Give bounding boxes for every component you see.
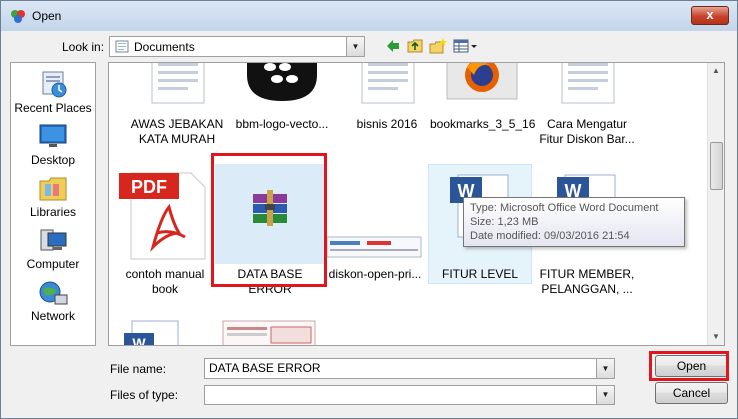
file-type-select[interactable]: ▼ [204, 385, 615, 405]
open-dialog: Open x Look in: Documents ▼ Recent Place… [0, 0, 738, 419]
recent-places-icon [42, 71, 67, 98]
svg-text:PDF: PDF [131, 177, 167, 197]
look-in-value: Documents [134, 40, 195, 54]
file-name-label: File name: [110, 362, 167, 376]
chevron-down-icon[interactable]: ▼ [596, 359, 614, 378]
document-icon [361, 63, 415, 104]
scroll-down-icon[interactable]: ▼ [708, 329, 724, 345]
desktop-icon [39, 124, 67, 147]
document-icon [561, 63, 615, 104]
file-name: FITUR LEVEL [441, 267, 519, 281]
place-recent-places[interactable]: Recent Places [11, 69, 95, 115]
word-document-icon: W [124, 320, 179, 346]
tooltip-modified: Date modified: 09/03/2016 21:54 [470, 230, 630, 242]
place-computer[interactable]: Computer [11, 227, 95, 271]
file-name-field[interactable]: DATA BASE ERROR ▼ [204, 358, 615, 379]
window-title: Open [32, 9, 62, 23]
scrollbar-thumb[interactable] [710, 142, 723, 190]
file-name-value: DATA BASE ERROR [209, 361, 321, 375]
file-name: AWAS JEBAKAN KATA MURAH [130, 117, 224, 146]
tooltip-type: Type: Microsoft Office Word Document [470, 202, 659, 214]
place-label: Network [30, 309, 75, 323]
libraries-icon [39, 177, 67, 201]
file-name: contoh manual book [125, 267, 205, 296]
file-name: bbm-logo-vecto... [235, 117, 329, 131]
scroll-up-icon[interactable]: ▲ [708, 63, 724, 79]
document-icon [151, 63, 205, 104]
close-button[interactable]: x [691, 6, 729, 25]
file-name: bookmarks_3_5_16 [430, 117, 536, 131]
place-label: Desktop [30, 153, 76, 167]
place-libraries[interactable]: Libraries [11, 175, 95, 219]
up-folder-icon[interactable] [407, 37, 423, 55]
file-name: diskon-open-pri... [328, 267, 422, 281]
file-name: FITUR MEMBER, PELANGGAN, ... [539, 267, 635, 296]
file-tooltip: Type: Microsoft Office Word Document Siz… [463, 197, 685, 247]
new-folder-icon[interactable] [429, 37, 447, 55]
back-arrow-icon[interactable] [385, 37, 401, 55]
place-desktop[interactable]: Desktop [11, 123, 95, 167]
cancel-button[interactable]: Cancel [655, 382, 728, 404]
look-in-dropdown[interactable]: Documents ▼ [109, 36, 365, 57]
title-bar: Open x [1, 1, 737, 31]
look-in-label: Look in: [62, 40, 105, 54]
image-thumbnail-icon [327, 236, 422, 258]
bbm-logo-icon [247, 63, 317, 101]
network-icon [39, 281, 68, 305]
selection-highlight-box [211, 153, 327, 287]
place-label: Recent Places [14, 101, 92, 115]
file-name: Cara Mengatur Fitur Diskon Bar... [539, 117, 635, 146]
open-highlight-box [649, 351, 729, 381]
vertical-scrollbar[interactable]: ▲ ▼ [707, 63, 724, 345]
svg-text:W: W [132, 335, 146, 346]
place-network[interactable]: Network [11, 279, 95, 323]
close-icon: x [706, 7, 714, 22]
tooltip-size: Size: 1,23 MB [470, 216, 539, 228]
chevron-down-icon[interactable]: ▼ [596, 386, 614, 404]
places-bar: Recent Places Desktop Libraries Computer… [10, 62, 96, 346]
firefox-icon [446, 63, 518, 100]
computer-icon [40, 229, 67, 251]
documents-folder-icon [115, 40, 129, 53]
pdf-icon: PDF [119, 172, 206, 260]
chevron-down-icon[interactable]: ▼ [346, 37, 364, 56]
file-type-label: Files of type: [110, 388, 179, 402]
place-label: Computer [26, 257, 80, 271]
image-thumbnail-icon [222, 320, 316, 345]
app-icon [11, 10, 25, 23]
place-label: Libraries [29, 205, 77, 219]
file-name: bisnis 2016 [356, 117, 418, 131]
view-menu-icon[interactable] [453, 37, 479, 55]
